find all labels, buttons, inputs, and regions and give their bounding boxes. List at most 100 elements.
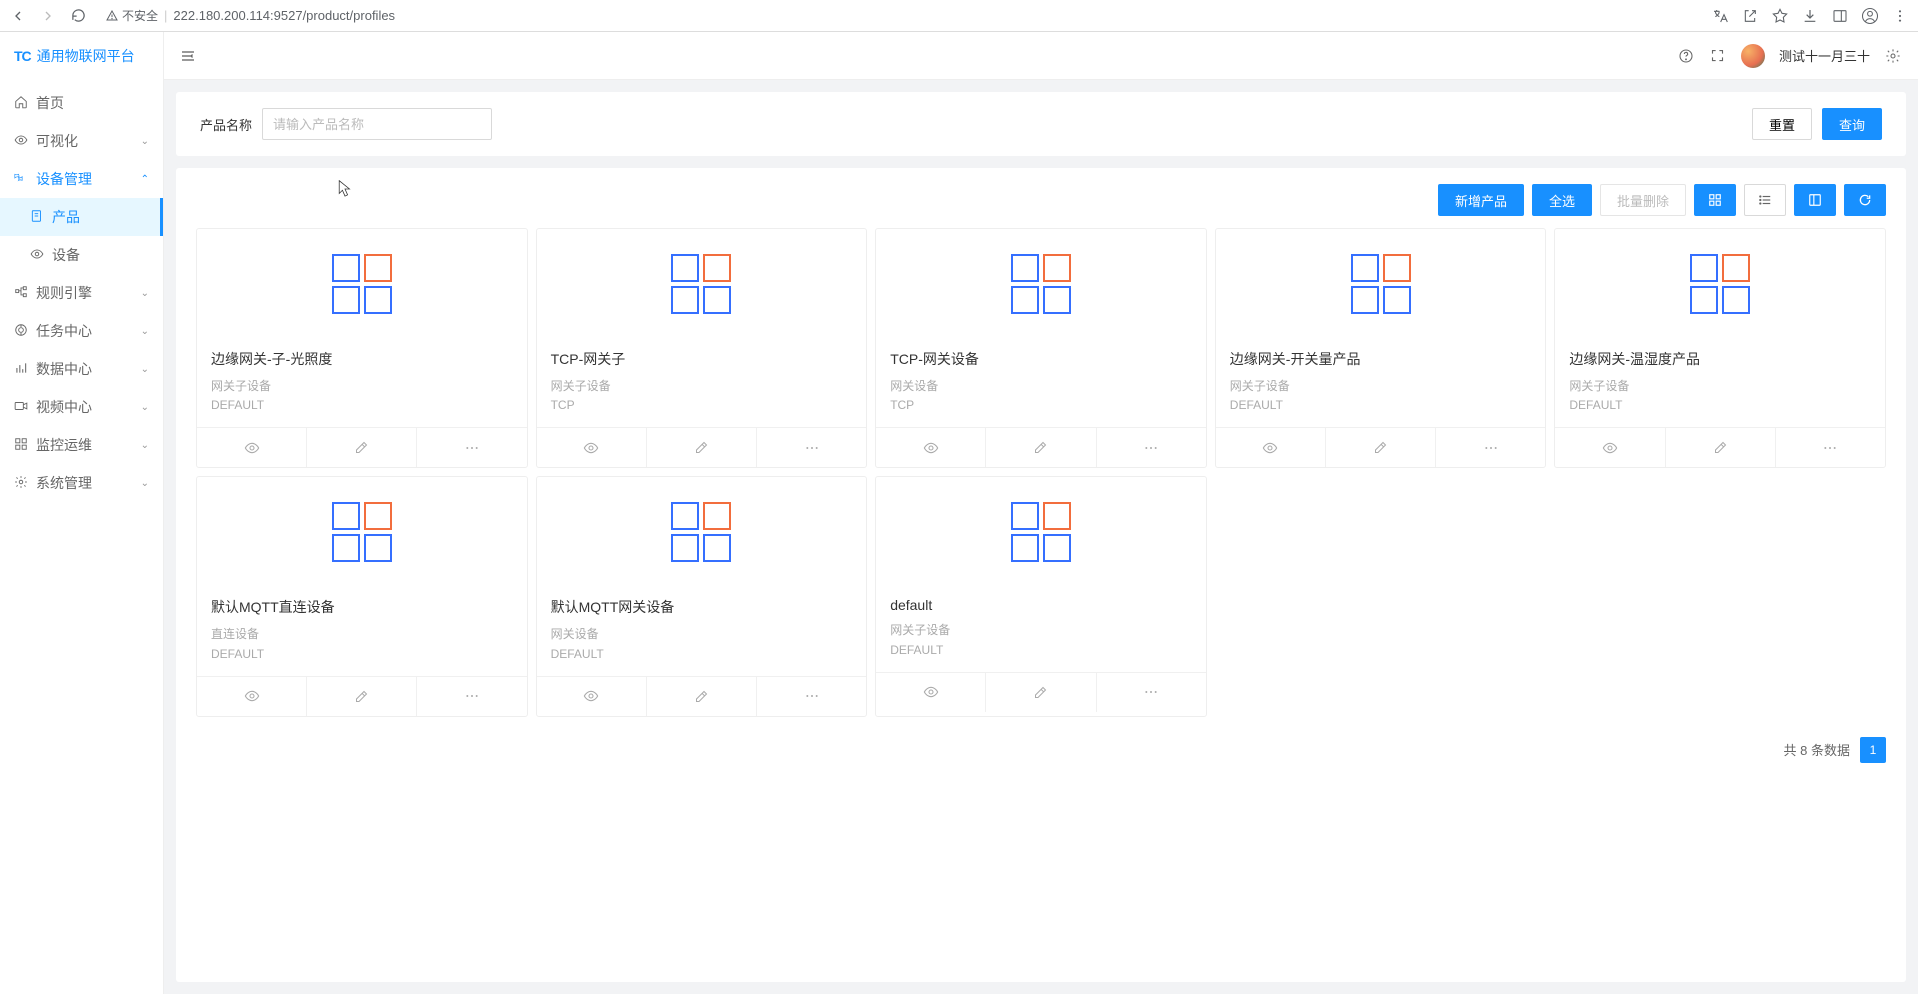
menu-label: 数据中心	[36, 359, 92, 379]
product-meta2: DEFAULT	[551, 645, 853, 664]
refresh-button[interactable]	[1844, 184, 1886, 216]
product-meta2: TCP	[551, 396, 853, 415]
nav-back-button[interactable]	[8, 6, 28, 26]
edit-icon[interactable]	[986, 673, 1096, 712]
kebab-icon[interactable]	[1890, 6, 1910, 26]
help-icon[interactable]	[1677, 47, 1695, 65]
more-icon[interactable]	[757, 428, 866, 467]
more-icon[interactable]	[417, 428, 526, 467]
view-icon[interactable]	[537, 428, 647, 467]
sidebar-item-10[interactable]: 系统管理⌄	[0, 464, 163, 502]
edit-icon[interactable]	[307, 677, 417, 716]
more-icon[interactable]	[1776, 428, 1885, 467]
product-card[interactable]: TCP-网关设备网关设备TCP	[875, 228, 1207, 468]
collapse-sidebar-button[interactable]	[180, 48, 196, 64]
download-icon[interactable]	[1800, 6, 1820, 26]
menu-icon	[14, 361, 28, 378]
product-title: 边缘网关-子-光照度	[211, 349, 513, 369]
product-thumb	[876, 477, 1206, 587]
more-icon[interactable]	[417, 677, 526, 716]
products-card: 新增产品 全选 批量删除 边缘网关-子-光照度网关子设备DEFAULTTCP-网…	[176, 168, 1906, 982]
batch-delete-button[interactable]: 批量删除	[1600, 184, 1686, 216]
edit-icon[interactable]	[986, 428, 1096, 467]
view-icon[interactable]	[876, 428, 986, 467]
product-card[interactable]: 边缘网关-开关量产品网关子设备DEFAULT	[1215, 228, 1547, 468]
nav-forward-button[interactable]	[38, 6, 58, 26]
product-meta1: 直连设备	[211, 625, 513, 644]
view-icon[interactable]	[197, 428, 307, 467]
menu-label: 设备	[52, 245, 80, 265]
nav-reload-button[interactable]	[68, 6, 88, 26]
select-all-button[interactable]: 全选	[1532, 184, 1592, 216]
brand-logo: TC	[14, 48, 31, 64]
sidebar-item-7[interactable]: 数据中心⌄	[0, 350, 163, 388]
chevron-up-icon: ⌃	[141, 174, 149, 185]
settings-icon[interactable]	[1884, 47, 1902, 65]
product-title: 默认MQTT直连设备	[211, 597, 513, 617]
view-icon[interactable]	[537, 677, 647, 716]
menu-icon	[14, 133, 28, 150]
menu-label: 视频中心	[36, 397, 92, 417]
brand[interactable]: TC 通用物联网平台	[0, 32, 163, 80]
sidepanel-icon[interactable]	[1830, 6, 1850, 26]
search-button[interactable]: 查询	[1822, 108, 1882, 140]
fullscreen-icon[interactable]	[1709, 47, 1727, 65]
sidebar-item-2[interactable]: 设备管理⌃	[0, 160, 163, 198]
page-header: 测试十一月三十	[164, 32, 1918, 80]
sidebar-item-8[interactable]: 视频中心 ⌄	[0, 388, 163, 426]
product-card[interactable]: 默认MQTT网关设备网关设备DEFAULT	[536, 476, 868, 716]
view-grid-button[interactable]	[1694, 184, 1736, 216]
view-icon[interactable]	[876, 673, 986, 712]
pager-page-1[interactable]: 1	[1860, 737, 1886, 763]
product-card[interactable]: TCP-网关子网关子设备TCP	[536, 228, 868, 468]
more-icon[interactable]	[1097, 673, 1206, 712]
menu-icon	[14, 399, 28, 416]
product-card[interactable]: 边缘网关-子-光照度网关子设备DEFAULT	[196, 228, 528, 468]
chevron-down-icon: ⌄	[141, 136, 149, 147]
view-list-button[interactable]	[1744, 184, 1786, 216]
menu-label: 任务中心	[36, 321, 92, 341]
menu-label: 系统管理	[36, 473, 92, 493]
sidebar-item-4[interactable]: 设备	[0, 236, 163, 274]
product-card[interactable]: 边缘网关-温湿度产品网关子设备DEFAULT	[1554, 228, 1886, 468]
sidebar-item-9[interactable]: 监控运维⌄	[0, 426, 163, 464]
more-icon[interactable]	[757, 677, 866, 716]
edit-icon[interactable]	[647, 677, 757, 716]
product-title: 边缘网关-温湿度产品	[1569, 349, 1871, 369]
star-icon[interactable]	[1770, 6, 1790, 26]
edit-icon[interactable]	[1666, 428, 1776, 467]
edit-icon[interactable]	[307, 428, 417, 467]
chevron-down-icon: ⌄	[141, 402, 149, 413]
more-icon[interactable]	[1436, 428, 1545, 467]
view-icon[interactable]	[1216, 428, 1326, 467]
view-icon[interactable]	[1555, 428, 1665, 467]
product-title: TCP-网关设备	[890, 349, 1192, 369]
url-bar[interactable]: 不安全 | 222.180.200.114:9527/product/profi…	[106, 7, 395, 24]
product-card[interactable]: default网关子设备DEFAULT	[875, 476, 1207, 716]
product-card[interactable]: 默认MQTT直连设备直连设备DEFAULT	[196, 476, 528, 716]
product-meta1: 网关设备	[890, 377, 1192, 396]
reset-button[interactable]: 重置	[1752, 108, 1812, 140]
filter-name-label: 产品名称	[200, 115, 252, 134]
menu-icon	[30, 209, 44, 226]
edit-icon[interactable]	[647, 428, 757, 467]
column-settings-button[interactable]	[1794, 184, 1836, 216]
translate-icon[interactable]	[1710, 6, 1730, 26]
product-name-input[interactable]	[262, 108, 492, 140]
view-icon[interactable]	[197, 677, 307, 716]
avatar[interactable]	[1741, 44, 1765, 68]
sidebar-item-6[interactable]: 任务中心⌄	[0, 312, 163, 350]
sidebar-item-1[interactable]: 可视化⌄	[0, 122, 163, 160]
sidebar-item-5[interactable]: 规则引擎⌄	[0, 274, 163, 312]
product-meta1: 网关子设备	[211, 377, 513, 396]
pager-total-label: 共 8 条数据	[1784, 740, 1850, 759]
profile-icon[interactable]	[1860, 6, 1880, 26]
sidebar-item-0[interactable]: 首页	[0, 84, 163, 122]
chevron-down-icon: ⌄	[141, 440, 149, 451]
share-icon[interactable]	[1740, 6, 1760, 26]
more-icon[interactable]	[1097, 428, 1206, 467]
add-product-button[interactable]: 新增产品	[1438, 184, 1524, 216]
edit-icon[interactable]	[1326, 428, 1436, 467]
sidebar-item-3[interactable]: 产品	[0, 198, 163, 236]
menu-label: 规则引擎	[36, 283, 92, 303]
